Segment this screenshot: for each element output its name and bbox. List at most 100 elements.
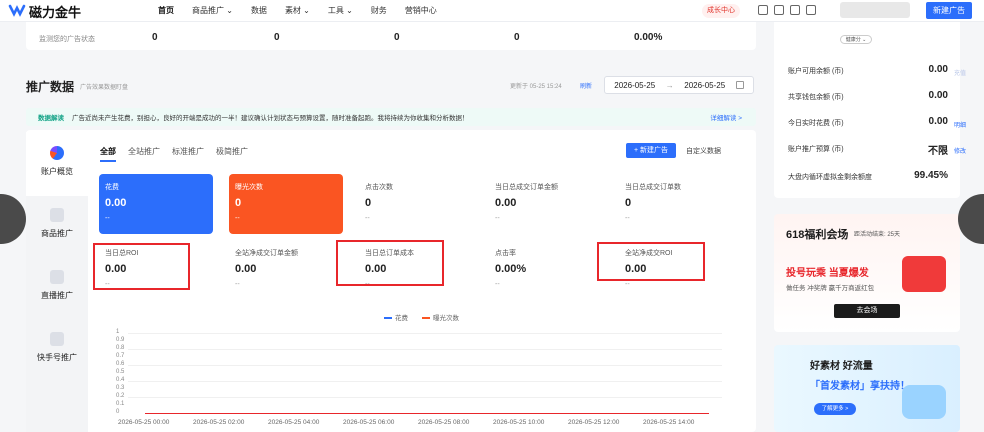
y-tick: 0.6: [116, 361, 125, 367]
metric-card-clicks[interactable]: 点击次数 0 --: [359, 174, 473, 234]
learn-more-button[interactable]: 了解更多 >: [814, 403, 856, 415]
main-nav: 首页 商品推广 ⌄ 数据 素材 ⌄ 工具 ⌄ 财务 营销中心: [158, 5, 455, 16]
x-tick: 2026-05-25 04:00: [268, 419, 320, 426]
y-tick: 0.2: [116, 393, 125, 399]
promo-card-618[interactable]: 618福利会场 距活动结束: 25天 投号玩乘 当夏爆发 做任务 冲奖牌 赢千万…: [774, 214, 960, 332]
y-tick: 0.7: [116, 353, 125, 359]
nav-marketing-center[interactable]: 营销中心: [405, 5, 437, 16]
y-tick: 0.5: [116, 369, 125, 375]
insight-text: 广告近尚未产生花费，别担心，良好的开端是成功的一半！建议确认计划状态与预算设置，…: [72, 115, 469, 122]
legend-spend[interactable]: 花费: [384, 312, 408, 322]
metric-card-ctr[interactable]: 点击率 0.00% --: [489, 240, 603, 300]
ad-status-panel: 监测您的广告状态 0 0 0 0 0.00%: [26, 22, 756, 50]
chart-legend: 花费 曝光次数: [384, 312, 459, 322]
promotion-type-sidebar: 账户概览 商品推广 直播推广 快手号推广: [26, 132, 88, 432]
sidebar-item-account-overview[interactable]: 账户概览: [26, 132, 88, 196]
sidebar-item-kuaishou-promotion[interactable]: 快手号推广: [26, 332, 88, 363]
red-envelope-icon: [902, 256, 946, 292]
sidebar-item-live-promotion[interactable]: 直播推广: [26, 270, 88, 301]
shop-icon: [50, 208, 64, 222]
section-title: 推广数据: [26, 80, 75, 94]
metric-card-impressions[interactable]: 曝光次数 0 --: [229, 174, 343, 234]
metric-card-order-amount[interactable]: 当日总成交订单金额 0.00 --: [489, 174, 603, 234]
calendar-icon: [735, 81, 744, 89]
new-ad-button[interactable]: 新建广告: [926, 2, 972, 19]
bell-icon[interactable]: [790, 5, 800, 15]
data-insight-banner: 数据解读 广告近尚未产生花费，别担心，良好的开端是成功的一半！建议确认计划状态与…: [26, 108, 756, 126]
refresh-link[interactable]: 刷新: [580, 81, 592, 90]
growth-center-button[interactable]: 成长中心: [702, 4, 740, 18]
gift-icon: [902, 385, 946, 419]
grid-line: [128, 349, 722, 350]
promo-title: 618福利会场: [786, 229, 849, 241]
series-line: [145, 413, 709, 414]
promo-desc: 做任务 冲奖牌 赢千万商返红包: [786, 285, 875, 292]
edit-budget-link[interactable]: 修改: [954, 146, 966, 155]
y-tick: 0.8: [116, 345, 125, 351]
nav-product-promotion[interactable]: 商品推广 ⌄: [192, 5, 233, 16]
metric-card-spend[interactable]: 花费 0.00 --: [99, 174, 213, 234]
grid-line: [128, 397, 722, 398]
account-row: 账户可用余额 (币) 0.00 充值: [788, 64, 966, 77]
legend-impressions[interactable]: 曝光次数: [422, 312, 459, 322]
account-row: 账户推广预算 (币) 不限 修改: [788, 146, 966, 157]
insight-tag: 数据解读: [38, 115, 64, 122]
grid-icon[interactable]: [806, 5, 816, 15]
carousel-next-icon[interactable]: [958, 194, 984, 244]
detail-link[interactable]: 明细: [954, 120, 966, 129]
x-tick: 2026-05-25 06:00: [343, 419, 395, 426]
health-score-dropdown[interactable]: 健康分 ⌄: [840, 35, 872, 44]
nav-materials[interactable]: 素材 ⌄: [285, 5, 310, 16]
promo-card-materials[interactable]: 好素材 好流量 「首发素材」享扶持！ 了解更多 >: [774, 345, 960, 432]
section-subtitle: 广告效果数据盯盘: [80, 85, 129, 91]
status-value: 0: [274, 32, 280, 43]
custom-data-button[interactable]: 自定义数据: [686, 146, 721, 156]
updated-time: 更新于 05-25 15:24: [510, 84, 562, 90]
metric-card-order-count[interactable]: 当日总成交订单数 0 --: [619, 174, 733, 234]
logo[interactable]: 磁力金牛: [8, 2, 81, 21]
carousel-prev-icon[interactable]: [0, 194, 26, 244]
x-tick: 2026-05-25 10:00: [493, 419, 545, 426]
promo2-line1: 好素材 好流量: [810, 361, 873, 372]
grid-line: [128, 333, 722, 334]
promo-headline: 投号玩乘 当夏爆发: [786, 268, 869, 279]
grid-line: [128, 381, 722, 382]
overview-icon: [50, 146, 64, 160]
tab-all[interactable]: 全部: [100, 146, 116, 162]
nav-data[interactable]: 数据: [251, 5, 267, 16]
toolbar-icons: [758, 5, 816, 15]
tab-full-site[interactable]: 全站推广: [128, 146, 160, 162]
date-start[interactable]: 2026-05-25: [614, 81, 655, 90]
top-navigation-bar: 磁力金牛 首页 商品推广 ⌄ 数据 素材 ⌄ 工具 ⌄ 财务 营销中心 成长中心…: [0, 0, 984, 22]
highlight-box: [597, 242, 705, 281]
date-end[interactable]: 2026-05-25: [684, 81, 725, 90]
doc-icon[interactable]: [774, 5, 784, 15]
status-value: 0: [152, 32, 158, 43]
tab-standard[interactable]: 标准推广: [172, 146, 204, 162]
nav-tools[interactable]: 工具 ⌄: [328, 5, 353, 16]
date-range-picker[interactable]: 2026-05-25 → 2026-05-25: [604, 76, 754, 94]
nav-home[interactable]: 首页: [158, 5, 174, 16]
y-tick: 0.1: [116, 401, 125, 407]
metric-card-net-order-amount[interactable]: 全站净成交订单金额 0.00 --: [229, 240, 343, 300]
insight-detail-link[interactable]: 详细解读 >: [710, 112, 742, 122]
kuaishou-icon: [50, 332, 64, 346]
date-separator: →: [665, 80, 674, 90]
account-row: 大盘内循环虚拟金剩余额度 99.45%: [788, 170, 948, 181]
create-ad-button[interactable]: + 新建广告: [626, 143, 676, 158]
go-to-venue-button[interactable]: 去会场: [834, 304, 900, 318]
record-icon[interactable]: [758, 5, 768, 15]
status-value: 0: [394, 32, 400, 43]
user-avatar[interactable]: [840, 2, 910, 18]
nav-finance[interactable]: 财务: [371, 5, 387, 16]
sidebar-item-product-promotion[interactable]: 商品推广: [26, 208, 88, 239]
account-row: 今日实时花费 (币) 0.00 明细: [788, 116, 966, 129]
promo-countdown: 距活动结束: 25天: [854, 232, 901, 238]
tab-minimal[interactable]: 极简推广: [216, 146, 248, 162]
y-tick: 0: [116, 409, 120, 415]
highlight-box: [336, 240, 444, 286]
y-tick: 1: [116, 329, 120, 335]
y-tick: 0.9: [116, 337, 125, 343]
x-tick: 2026-05-25 00:00: [118, 419, 170, 426]
recharge-link[interactable]: 充值: [954, 68, 966, 77]
